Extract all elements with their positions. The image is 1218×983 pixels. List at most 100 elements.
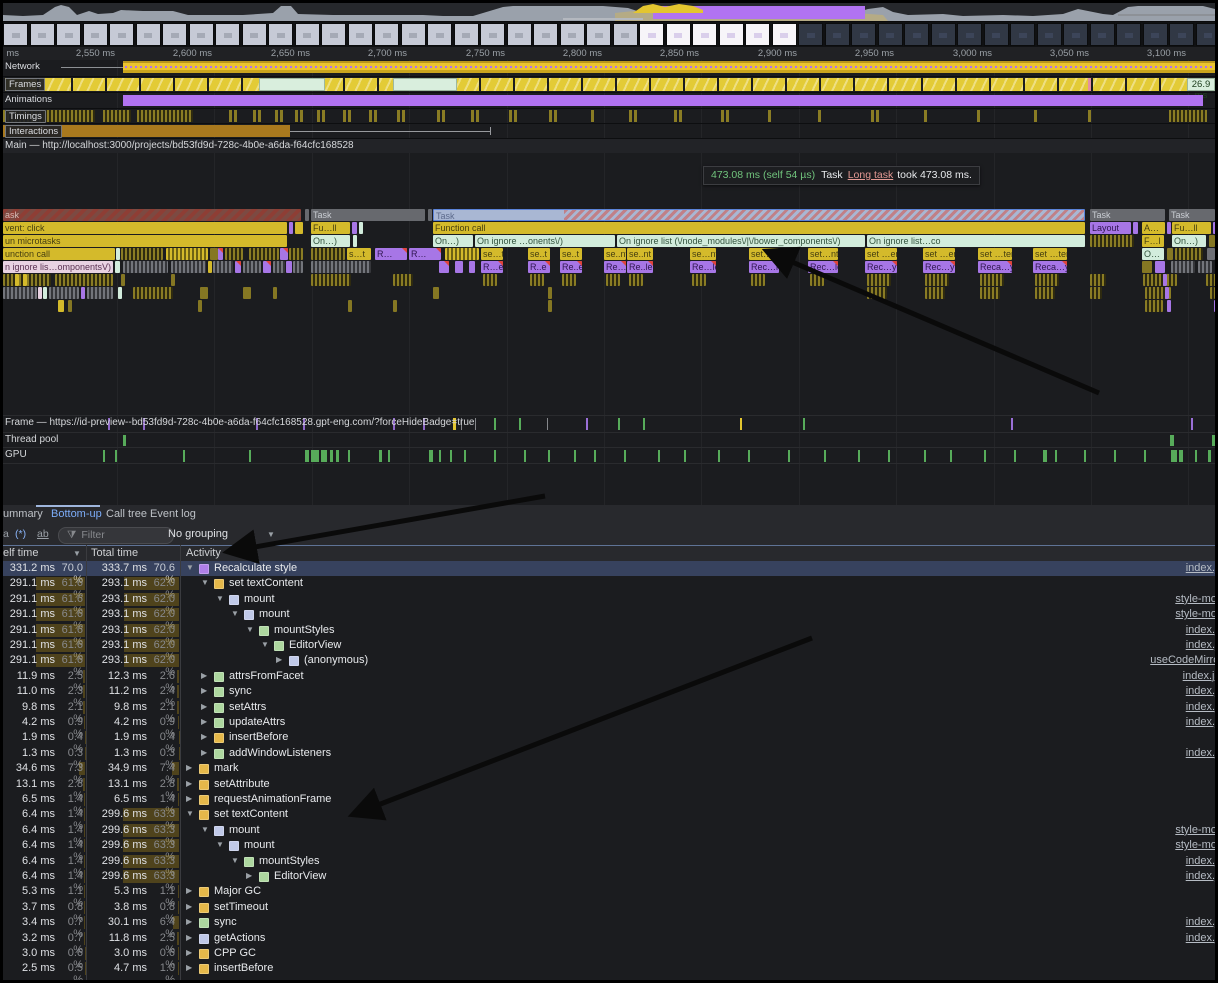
match-whole-word-icon[interactable]: ab (37, 528, 49, 540)
filmstrip-thumbnail[interactable] (507, 23, 532, 46)
flame-segment[interactable] (629, 274, 643, 286)
collapse-icon[interactable]: ▼ (246, 625, 254, 634)
filmstrip-thumbnail[interactable] (957, 23, 982, 46)
screenshot-filmstrip[interactable] (3, 22, 1215, 47)
flame-segment[interactable] (121, 274, 125, 286)
expand-icon[interactable]: ▶ (201, 748, 207, 757)
filter-input[interactable]: ⧩Filter (58, 527, 174, 544)
flame-segment-setent[interactable]: set …ent (865, 248, 897, 260)
flame-segment[interactable] (810, 274, 824, 286)
source-link[interactable]: index.js (1186, 701, 1215, 713)
table-row[interactable]: 291.1 ms61.6 %293.1 ms62.0 %▼EditorViewi… (3, 638, 1215, 653)
flame-segment[interactable] (263, 261, 271, 273)
flame-segment[interactable] (393, 274, 413, 286)
flame-segment[interactable] (606, 274, 620, 286)
flame-segment-rele[interactable]: Re…le (604, 261, 626, 273)
filmstrip-thumbnail[interactable] (560, 23, 585, 46)
interactions-track[interactable]: Interactions (3, 123, 1215, 138)
source-link[interactable]: index.js (1186, 870, 1215, 882)
animations-track[interactable]: Animations (3, 92, 1215, 108)
filmstrip-thumbnail[interactable] (1116, 23, 1141, 46)
flame-segment-set[interactable]: se..t (528, 248, 550, 260)
collapse-icon[interactable]: ▼ (231, 856, 239, 865)
frames-partial-frames-bar[interactable] (3, 78, 1191, 91)
flame-segment[interactable] (925, 274, 949, 286)
frames-track[interactable]: 26.9 ms Frames (3, 76, 1215, 92)
collapse-icon[interactable]: ▼ (261, 640, 269, 649)
activity-name[interactable]: attrsFromFacet (229, 670, 304, 682)
flame-segment-fl[interactable]: F…l (1142, 235, 1164, 247)
flame-segment-set[interactable]: se…t (481, 248, 503, 260)
flame-segment[interactable] (293, 261, 303, 273)
flame-segment[interactable] (1142, 261, 1152, 273)
flame-segment[interactable] (55, 274, 113, 286)
match-case-icon[interactable]: a (3, 528, 9, 540)
table-row[interactable]: 3.7 ms0.8 %3.8 ms0.8 %▶setTimeout (3, 900, 1215, 915)
filmstrip-thumbnail[interactable] (321, 23, 346, 46)
flame-segment[interactable] (171, 261, 206, 273)
flame-segment[interactable] (81, 287, 85, 299)
expand-icon[interactable]: ▶ (186, 917, 192, 926)
collapse-icon[interactable]: ▼ (216, 594, 224, 603)
table-row[interactable]: 6.4 ms1.4 %299.6 ms63.3 %▼mountstyle-mod (3, 823, 1215, 838)
flame-segment[interactable] (210, 248, 218, 260)
flame-segment[interactable] (87, 287, 113, 299)
tab-ummary[interactable]: ummary (3, 508, 43, 520)
flame-segment[interactable] (249, 248, 279, 260)
flame-segment-unmicrotasks[interactable]: un microtasks (3, 235, 287, 247)
activity-name[interactable]: set textContent (214, 808, 288, 820)
flame-segment[interactable] (1198, 261, 1212, 273)
flame-segment-sent[interactable]: se..nt (627, 248, 653, 260)
flame-segment[interactable] (3, 287, 37, 299)
source-link[interactable]: index.js (1186, 716, 1215, 728)
activity-name[interactable]: requestAnimationFrame (214, 793, 331, 805)
flame-segment[interactable] (393, 300, 397, 312)
flame-segment[interactable] (925, 287, 945, 299)
flame-segment-recle[interactable]: Rec…le (749, 261, 779, 273)
column-divider[interactable] (86, 545, 87, 980)
flame-segment[interactable] (751, 274, 765, 286)
flame-segment-onignorelistnodemodulesbowercomponents[interactable]: On ignore list (\/node_modules\/|\/bower… (617, 235, 865, 247)
flame-segment[interactable] (1143, 274, 1177, 286)
flame-segment-sent[interactable]: se..nt (604, 248, 626, 260)
flame-segment[interactable] (428, 209, 432, 221)
source-link[interactable]: useCodeMirror (1150, 654, 1215, 666)
flame-segment[interactable] (305, 209, 309, 221)
flame-segment[interactable] (23, 274, 27, 286)
filmstrip-thumbnail[interactable] (401, 23, 426, 46)
flame-segment[interactable] (1167, 300, 1171, 312)
table-row[interactable]: 11.0 ms2.3 %11.2 ms2.4 %▶syncindex.js (3, 684, 1215, 699)
source-link[interactable]: index.js (1186, 639, 1215, 651)
flame-segment[interactable] (15, 274, 19, 286)
filmstrip-thumbnail[interactable] (825, 23, 850, 46)
activity-name[interactable]: setAttrs (229, 701, 266, 713)
collapse-icon[interactable]: ▼ (201, 825, 209, 834)
table-row[interactable]: 9.8 ms2.1 %9.8 ms2.1 %▶setAttrsindex.js (3, 700, 1215, 715)
flame-segment[interactable] (1206, 274, 1215, 286)
filmstrip-thumbnail[interactable] (878, 23, 903, 46)
flame-segment[interactable] (439, 261, 449, 273)
cpu-overview-strip[interactable] (3, 3, 1215, 22)
idle-frame-block[interactable] (259, 78, 325, 91)
flame-segment[interactable] (1090, 274, 1106, 286)
flame-segment-set[interactable]: se..t (560, 248, 582, 260)
flame-segment[interactable] (1163, 274, 1167, 286)
flame-segment-st[interactable]: s…t (347, 248, 371, 260)
flame-segment[interactable] (980, 287, 1000, 299)
flame-segment[interactable] (225, 248, 243, 260)
flame-segment[interactable] (289, 248, 303, 260)
filmstrip-thumbnail[interactable] (295, 23, 320, 46)
flame-segment-o[interactable]: O… (1142, 248, 1164, 260)
table-row[interactable]: 4.2 ms0.9 %4.2 ms0.9 %▶updateAttrsindex.… (3, 715, 1215, 730)
source-link[interactable]: index.js (1186, 685, 1215, 697)
flame-segment[interactable] (1167, 222, 1171, 234)
filmstrip-thumbnail[interactable] (1063, 23, 1088, 46)
activity-name[interactable]: mountStyles (274, 624, 335, 636)
expand-icon[interactable]: ▶ (201, 671, 207, 680)
filmstrip-thumbnail[interactable] (1143, 23, 1168, 46)
filmstrip-thumbnail[interactable] (56, 23, 81, 46)
filmstrip-thumbnail[interactable] (348, 23, 373, 46)
table-row[interactable]: 291.1 ms61.6 %293.1 ms62.0 %▼mountStyles… (3, 623, 1215, 638)
filmstrip-thumbnail[interactable] (1090, 23, 1115, 46)
flame-segment-ree[interactable]: Re..e (560, 261, 582, 273)
